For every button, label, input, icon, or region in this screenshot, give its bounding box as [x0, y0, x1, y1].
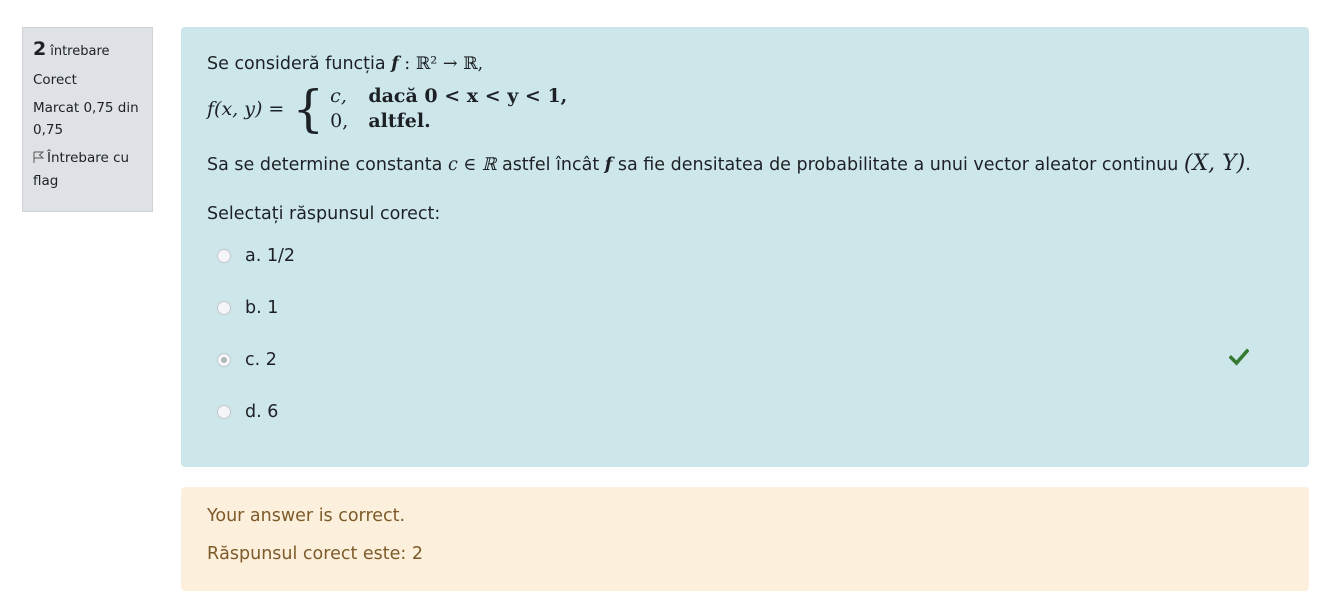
- case2-condition: altfel.: [368, 110, 431, 132]
- feedback-right-answer: Răspunsul corect este: 2: [207, 544, 423, 564]
- flag-icon: [33, 148, 47, 170]
- answer-option-b[interactable]: b. 1: [207, 282, 1283, 334]
- question-text-line1: Se consideră funcția f : ℝ² → ℝ,: [207, 49, 1283, 79]
- answer-prompt: Selectați răspunsul corect:: [207, 204, 441, 224]
- question-text-fragment: Se consideră funcția: [207, 54, 386, 74]
- math-xy: (X, Y): [1183, 151, 1246, 176]
- question-text-fragment: sa fie densitatea de probabilitate a unu…: [617, 155, 1179, 175]
- question-formulation: Se consideră funcția f : ℝ² → ℝ, f(x, y)…: [181, 27, 1309, 467]
- answer-option-a[interactable]: a. 1/2: [207, 230, 1283, 282]
- math-domain: : ℝ² → ℝ,: [404, 54, 484, 74]
- radio-button[interactable]: [217, 405, 231, 419]
- radio-button[interactable]: [217, 301, 231, 315]
- question-text-fragment: astfel încât: [501, 155, 600, 175]
- feedback-panel: Your answer is correct. Răspunsul corect…: [181, 487, 1309, 591]
- answer-label: a. 1/2: [245, 246, 296, 266]
- answer-label: b. 1: [245, 298, 279, 318]
- piecewise-function: f(x, y) = { c, dacă 0 < x < y < 1, 0, al…: [207, 83, 1283, 135]
- case2-value: 0,: [330, 110, 349, 132]
- question-number: 2: [33, 38, 47, 60]
- math-f: f: [604, 155, 613, 175]
- question-state: Corect: [33, 72, 77, 88]
- question-label: întrebare: [50, 44, 110, 59]
- math-c: c ∈ ℝ: [447, 155, 497, 175]
- answer-label: c. 2: [245, 350, 277, 370]
- question-info-panel: 2 întrebare Corect Marcat 0,75 din 0,75 Î…: [22, 27, 153, 212]
- radio-button-selected[interactable]: [217, 353, 231, 367]
- radio-button[interactable]: [217, 249, 231, 263]
- flag-label: Întrebare cu flag: [33, 150, 130, 189]
- case1-condition: dacă 0 < x < y < 1,: [368, 85, 568, 107]
- question-text-line2: Sa se determine constanta c ∈ ℝ astfel î…: [207, 149, 1283, 180]
- function-cases: c, dacă 0 < x < y < 1, 0, altfel.: [330, 84, 567, 134]
- answer-option-d[interactable]: d. 6: [207, 386, 1283, 438]
- flag-question-link[interactable]: Întrebare cu flag: [33, 147, 144, 192]
- feedback-status: Your answer is correct.: [207, 506, 406, 526]
- answer-option-c[interactable]: c. 2: [207, 334, 1283, 386]
- question-grade: Marcat 0,75 din 0,75: [33, 100, 139, 138]
- answer-list: a. 1/2 b. 1 c. 2 d. 6: [207, 230, 1283, 438]
- case1-value: c,: [330, 85, 347, 107]
- answer-label: d. 6: [245, 402, 279, 422]
- question-text-fragment: Sa se determine constanta: [207, 155, 443, 175]
- math-f: f: [391, 54, 399, 74]
- function-lhs: f(x, y) =: [207, 98, 285, 120]
- check-icon: [1228, 348, 1250, 366]
- curly-brace: {: [292, 80, 325, 138]
- question-text-fragment: .: [1245, 155, 1251, 175]
